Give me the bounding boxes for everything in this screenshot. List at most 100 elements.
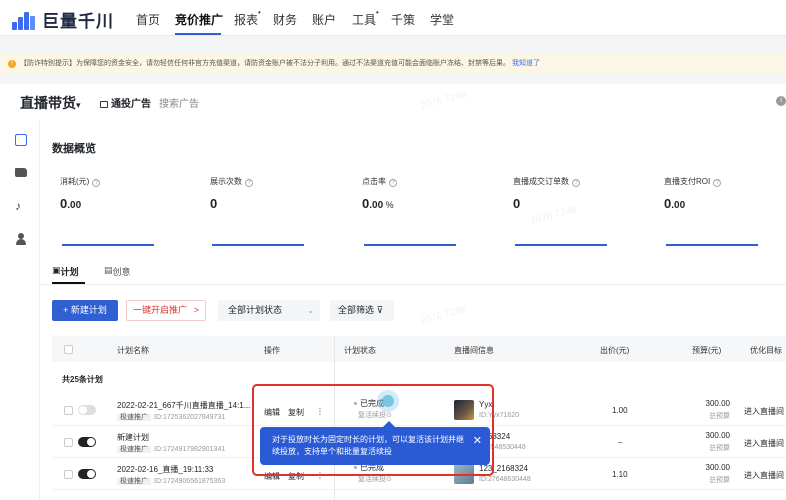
plan-toggle[interactable] xyxy=(78,437,96,447)
new-plan-button[interactable]: + 新建计划 xyxy=(52,300,118,321)
banner-dismiss-link[interactable]: 我知道了 xyxy=(512,60,540,67)
tab-search-ads[interactable]: 搜索广告 xyxy=(159,95,199,110)
new-badge: • xyxy=(376,8,379,17)
overview-title: 数据概览 xyxy=(52,143,96,155)
logo-icon xyxy=(12,10,36,30)
help-icon[interactable]: ? xyxy=(92,179,101,187)
top-navigation: 巨量千川 首页 竞价推广 报表• 财务 账户 工具• 千策 学堂 xyxy=(0,0,786,36)
bid-value: – xyxy=(618,438,623,447)
douyin-icon[interactable]: ♪ xyxy=(15,200,27,212)
budget-type: 总预算 xyxy=(709,445,730,452)
all-filters-button[interactable]: 全部筛选 ⊽ xyxy=(330,300,394,321)
plan-meta: 极速推广 ID:1725362027849731 xyxy=(117,412,225,422)
folder-icon[interactable] xyxy=(15,168,27,177)
banner-text: 【防诈特别提示】为保障您的资金安全，请勿轻信任何非官方充值渠道，请防资金账户被不… xyxy=(20,60,510,67)
plan-name[interactable]: 2022-02-21_667千川直播直播_14:1... xyxy=(117,400,250,411)
col-status[interactable]: 计划状态 xyxy=(344,345,376,356)
caret-down-icon: ▾ xyxy=(76,100,81,110)
logo-text: 巨量千川 xyxy=(42,12,114,31)
help-icon[interactable]: ? xyxy=(572,179,580,187)
budget-value: 300.00 xyxy=(705,463,730,472)
plan-name[interactable]: 新建计划 xyxy=(117,432,149,443)
row-checkbox[interactable] xyxy=(64,406,73,415)
user-icon[interactable] xyxy=(15,233,27,245)
metric-card: 点击率? 0.00 % xyxy=(362,176,482,246)
metric-card: 直播成交订单数? 0 xyxy=(513,176,633,246)
plan-meta: 极速推广 ID:1724906561875363 xyxy=(117,476,225,486)
metric-label: 点击率 xyxy=(362,177,386,186)
logo[interactable]: 巨量千川 xyxy=(12,7,114,32)
live-room-id: ID:27648630448 xyxy=(479,476,531,483)
scene-title: 直播带货 xyxy=(20,95,76,111)
col-ops: 操作 xyxy=(264,346,280,355)
plan-tag: 极速推广 xyxy=(117,478,151,485)
metric-trend-line xyxy=(666,244,758,246)
metric-value: 0.00 % xyxy=(362,196,394,211)
metric-value: 0.00 xyxy=(664,196,686,211)
filter-icon: ⊽ xyxy=(376,305,384,315)
optimization-goal: 进入直播间 xyxy=(744,439,784,448)
nav-item-1[interactable]: 竞价推广 xyxy=(175,11,223,28)
budget-type: 总预算 xyxy=(709,477,730,484)
metric-label: 直播支付ROI xyxy=(664,177,711,186)
metric-card: 直播支付ROI? 0.00 xyxy=(664,176,784,246)
info-icon[interactable]: i xyxy=(776,96,786,106)
budget-value: 300.00 xyxy=(705,399,730,408)
close-icon[interactable]: ✕ xyxy=(473,435,482,447)
col-goal: 优化目标 xyxy=(750,346,782,355)
help-icon[interactable]: ? xyxy=(245,179,253,187)
nav-item-5[interactable]: 工具• xyxy=(352,8,379,28)
budget-type: 总预算 xyxy=(709,413,730,420)
nav-item-6[interactable]: 千策 xyxy=(391,11,415,28)
metric-label: 直播成交订单数 xyxy=(513,177,569,186)
plan-count: 共25条计划 xyxy=(62,375,103,384)
metric-value: 0.00 xyxy=(60,196,82,211)
nav-item-2[interactable]: 报表• xyxy=(234,8,261,28)
guide-pulse-indicator xyxy=(377,390,399,412)
plan-id: ID:1724917982901341 xyxy=(154,446,226,453)
bid-value: 1.00 xyxy=(612,406,628,415)
scene-selector[interactable]: 直播带货▾ xyxy=(20,93,81,113)
nav-item-4[interactable]: 账户 xyxy=(312,11,336,28)
col-bid[interactable]: 出价(元) xyxy=(600,345,629,356)
optimization-goal: 进入直播间 xyxy=(744,471,784,480)
metric-trend-line xyxy=(212,244,304,246)
plan-name[interactable]: 2022-02-16_直播_19:11:33 xyxy=(117,464,213,475)
col-budget[interactable]: 预算(元) xyxy=(692,345,721,356)
row-checkbox[interactable] xyxy=(64,470,73,479)
nav-item-3[interactable]: 财务 xyxy=(273,11,297,28)
tab-plan[interactable]: ▣ 计划 xyxy=(52,265,79,277)
metric-card: 展示次数? 0 xyxy=(210,176,330,246)
plan-tag: 极速推广 xyxy=(117,414,151,421)
calendar-icon[interactable] xyxy=(15,134,27,146)
nav-item-0[interactable]: 首页 xyxy=(136,11,160,28)
metric-trend-line xyxy=(62,244,154,246)
plan-toggle[interactable] xyxy=(78,469,96,479)
help-icon[interactable]: ? xyxy=(713,179,722,187)
feature-tooltip: 对于投放时长为固定时长的计划，可以复活该计划并继续投放，支持单个和批量复活续投 … xyxy=(260,427,490,465)
plan-id: ID:1724906561875363 xyxy=(154,478,226,485)
table-header: 计划名称 操作 计划状态 直播间信息 出价(元) 预算(元) 优化目标 xyxy=(52,336,786,362)
one-click-promote-button[interactable]: 一键开启推广 > xyxy=(126,300,206,321)
nav-item-7[interactable]: 学堂 xyxy=(430,11,454,28)
plan-meta: 极速推广 ID:1724917982901341 xyxy=(117,444,225,454)
chevron-down-icon: ⌄ xyxy=(307,306,314,315)
metric-label: 消耗(元) xyxy=(60,177,90,186)
metric-trend-line xyxy=(515,244,607,246)
help-icon[interactable]: ? xyxy=(389,179,397,187)
tab-creative[interactable]: ▤ 创意 xyxy=(104,265,131,277)
active-nav-indicator xyxy=(175,33,221,35)
bid-value: 1.10 xyxy=(612,470,628,479)
left-sidebar: ♪ xyxy=(0,120,40,500)
plan-status-select[interactable]: 全部计划状态 ⌄ xyxy=(218,300,320,321)
select-all-checkbox[interactable] xyxy=(64,345,73,354)
chevron-right-icon: > xyxy=(193,305,199,315)
tooltip-text: 对于投放时长为固定时长的计划，可以复活该计划并继续投放，支持单个和批量复活续投 xyxy=(272,435,464,456)
row-checkbox[interactable] xyxy=(64,438,73,447)
optimization-goal: 进入直播间 xyxy=(744,407,784,416)
tab-general-ads[interactable]: 通投广告 xyxy=(100,95,151,110)
plan-id: ID:1725362027849731 xyxy=(154,414,226,421)
warning-icon: ! xyxy=(8,60,16,68)
plan-toggle[interactable] xyxy=(78,405,96,415)
metric-value: 0 xyxy=(513,196,521,211)
